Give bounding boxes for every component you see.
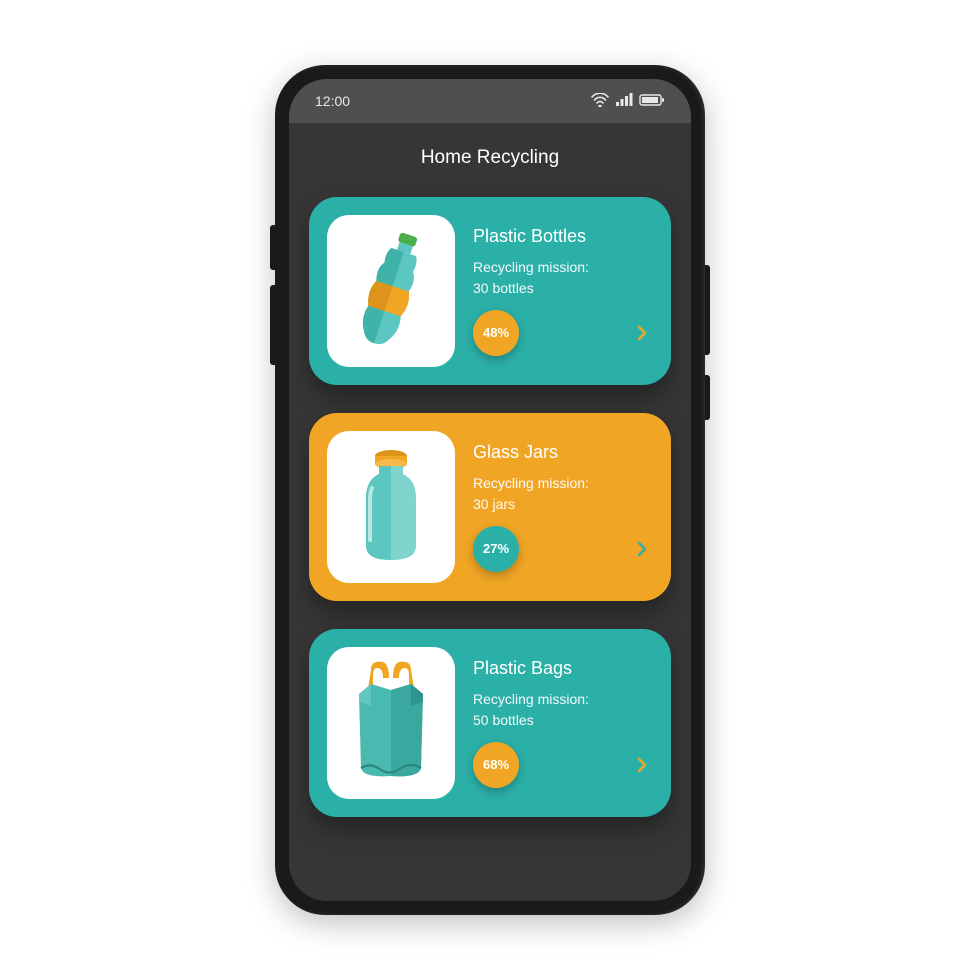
card-subtitle: Recycling mission: 30 bottles (473, 257, 651, 298)
bag-icon (327, 647, 455, 799)
card-footer: 27% (473, 526, 651, 572)
chevron-right-icon[interactable] (633, 756, 651, 774)
card-title: Plastic Bags (473, 658, 651, 679)
progress-badge: 68% (473, 742, 519, 788)
bottle-icon (327, 215, 455, 367)
progress-badge: 27% (473, 526, 519, 572)
card-plastic-bottles[interactable]: Plastic Bottles Recycling mission: 30 bo… (309, 197, 671, 385)
jar-icon (327, 431, 455, 583)
signal-icon (615, 93, 633, 110)
status-bar: 12:00 (289, 79, 691, 123)
card-body: Plastic Bags Recycling mission: 50 bottl… (473, 658, 651, 788)
card-subtitle: Recycling mission: 50 bottles (473, 689, 651, 730)
card-title: Glass Jars (473, 442, 651, 463)
chevron-right-icon[interactable] (633, 324, 651, 342)
progress-badge: 48% (473, 310, 519, 356)
card-footer: 68% (473, 742, 651, 788)
battery-icon (639, 93, 665, 110)
card-list: Plastic Bottles Recycling mission: 30 bo… (289, 197, 691, 817)
card-footer: 48% (473, 310, 651, 356)
power-button[interactable] (705, 265, 710, 355)
card-body: Glass Jars Recycling mission: 30 jars 27… (473, 442, 651, 572)
card-body: Plastic Bottles Recycling mission: 30 bo… (473, 226, 651, 356)
card-title: Plastic Bottles (473, 226, 651, 247)
card-glass-jars[interactable]: Glass Jars Recycling mission: 30 jars 27… (309, 413, 671, 601)
chevron-right-icon[interactable] (633, 540, 651, 558)
card-subtitle: Recycling mission: 30 jars (473, 473, 651, 514)
phone-frame: 12:00 Home Recycling (275, 65, 705, 915)
side-button[interactable] (705, 375, 710, 420)
screen: 12:00 Home Recycling (289, 79, 691, 901)
status-time: 12:00 (315, 93, 350, 109)
status-icons (591, 93, 665, 110)
wifi-icon (591, 93, 609, 110)
card-plastic-bags[interactable]: Plastic Bags Recycling mission: 50 bottl… (309, 629, 671, 817)
page-title: Home Recycling (289, 123, 691, 197)
